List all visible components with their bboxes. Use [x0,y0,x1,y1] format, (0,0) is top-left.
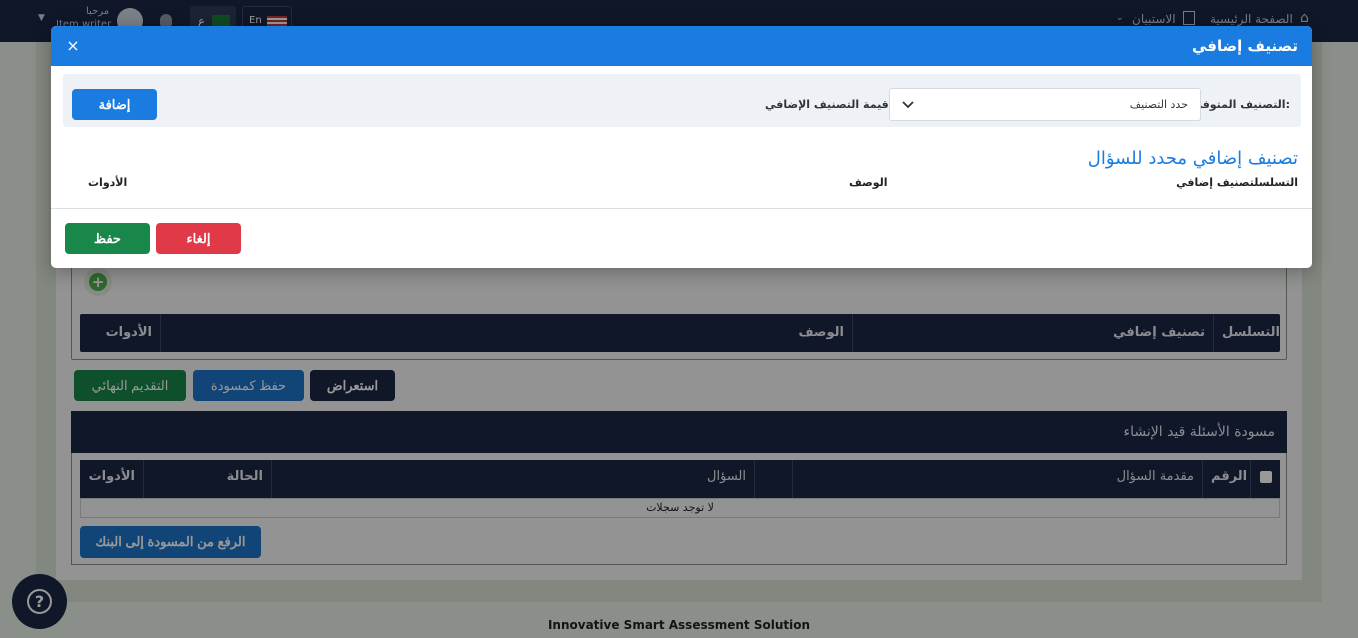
additional-category-modal: تصنيف إضافي × التصنيف المتوفر: حدد التصن… [51,26,1312,268]
modal-title: تصنيف إضافي [1191,37,1298,55]
add-button[interactable]: إضافة [72,89,157,120]
category-select[interactable]: حدد التصنيف [889,88,1201,121]
selected-categories-title: تصنيف إضافي محدد للسؤال [1087,148,1298,169]
category-value-label: قيمة التصنيف الإضافي [765,98,889,111]
modal-header: تصنيف إضافي × [51,26,1312,66]
cancel-button[interactable]: إلغاء [156,223,241,254]
close-icon[interactable]: × [63,36,83,56]
col-description: الوصف [849,176,888,189]
save-button[interactable]: حفظ [65,223,150,254]
chevron-down-icon [902,101,914,109]
category-select-value: حدد التصنيف [1129,98,1188,111]
modal-divider [51,208,1312,209]
available-category-label: التصنيف المتوفر: [1195,98,1290,111]
col-serial-category: التسلسلتصنيف إضافي [1176,176,1298,189]
col-tools: الأدوات [88,176,128,189]
